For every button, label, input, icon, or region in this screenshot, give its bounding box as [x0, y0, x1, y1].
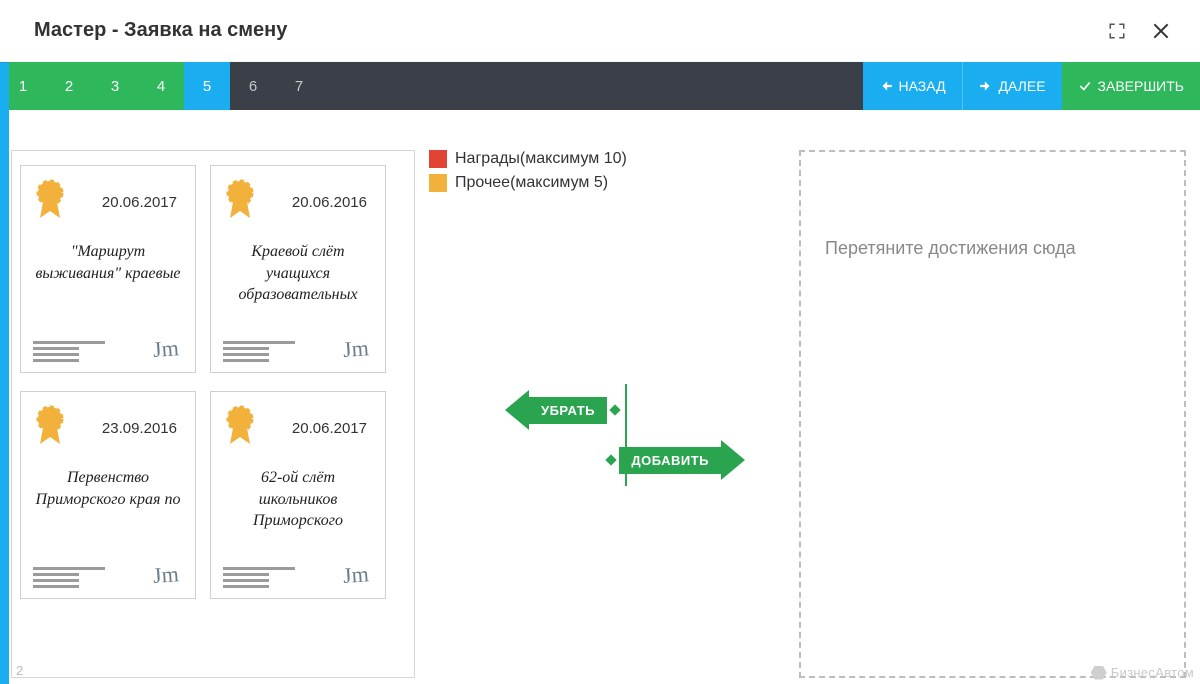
medal-icon	[33, 178, 67, 227]
cert-date: 20.06.2016	[292, 194, 373, 211]
cert-date: 23.09.2016	[102, 420, 183, 437]
drop-zone-text: Перетяните достижения сюда	[825, 238, 1160, 259]
arrow-left-icon	[505, 390, 529, 430]
cert-lines-icon	[223, 341, 295, 362]
step-4[interactable]: 4	[138, 62, 184, 110]
wizard-nav: НАЗАД ДАЛЕЕ ЗАВЕРШИТЬ	[863, 62, 1200, 110]
signature-icon: Jm	[152, 335, 183, 363]
remove-label: УБРАТЬ	[529, 397, 607, 424]
cert-title: Краевой слёт учащихся образовательных	[223, 227, 373, 320]
arrow-right-icon	[721, 440, 745, 480]
drop-zone[interactable]: Перетяните достижения сюда	[799, 150, 1186, 678]
remove-button[interactable]: УБРАТЬ	[505, 390, 745, 430]
step-5[interactable]: 5	[184, 62, 230, 110]
legend-swatch	[429, 150, 447, 168]
stepbar-filler	[322, 62, 863, 110]
step-7[interactable]: 7	[276, 62, 322, 110]
legend-item: Награды(максимум 10)	[429, 150, 781, 168]
step-3[interactable]: 3	[92, 62, 138, 110]
back-button[interactable]: НАЗАД	[863, 62, 962, 110]
cert-lines-icon	[33, 341, 105, 362]
finish-label: ЗАВЕРШИТЬ	[1098, 78, 1184, 94]
cert-lines-icon	[33, 567, 105, 588]
add-label: ДОБАВИТЬ	[619, 447, 721, 474]
transfer-arrows: УБРАТЬ ДОБАВИТЬ	[505, 390, 745, 480]
cert-title: "Маршрут выживания" краевые	[33, 227, 183, 320]
legend-label: Прочее(максимум 5)	[455, 174, 608, 192]
watermark: БизнесАвтом	[1091, 665, 1194, 680]
back-label: НАЗАД	[899, 78, 946, 94]
signature-icon: Jm	[152, 561, 183, 589]
legend: Награды(максимум 10) Прочее(максимум 5)	[429, 150, 781, 192]
page-number: 2	[16, 663, 23, 678]
arrow-knob	[606, 454, 617, 465]
cert-grid: 20.06.2017 "Маршрут выживания" краевые J…	[20, 165, 406, 599]
add-button[interactable]: ДОБАВИТЬ	[519, 440, 745, 480]
cert-lines-icon	[223, 567, 295, 588]
cert-date: 20.06.2017	[102, 194, 183, 211]
finish-button[interactable]: ЗАВЕРШИТЬ	[1062, 62, 1200, 110]
step-bar: 1234567 НАЗАД ДАЛЕЕ ЗАВЕРШИТЬ	[0, 62, 1200, 110]
medal-icon	[223, 178, 257, 227]
cert-card[interactable]: 23.09.2016 Первенство Приморского края п…	[20, 391, 196, 599]
cert-title: 62-ой слёт школьников Приморского	[223, 453, 373, 546]
watermark-icon	[1091, 666, 1107, 680]
legend-item: Прочее(максимум 5)	[429, 174, 781, 192]
titlebar: Мастер - Заявка на смену	[0, 0, 1200, 62]
left-rail	[0, 62, 9, 684]
cert-card[interactable]: 20.06.2017 "Маршрут выживания" краевые J…	[20, 165, 196, 373]
arrow-knob	[609, 404, 620, 415]
step-2[interactable]: 2	[46, 62, 92, 110]
legend-swatch	[429, 174, 447, 192]
legend-label: Награды(максимум 10)	[455, 150, 627, 168]
source-panel: 20.06.2017 "Маршрут выживания" краевые J…	[11, 150, 415, 678]
step-6[interactable]: 6	[230, 62, 276, 110]
steps: 1234567	[0, 62, 322, 110]
cert-card[interactable]: 20.06.2017 62-ой слёт школьников Приморс…	[210, 391, 386, 599]
next-label: ДАЛЕЕ	[999, 78, 1046, 94]
fullscreen-icon[interactable]	[1106, 20, 1128, 42]
cert-card[interactable]: 20.06.2016 Краевой слёт учащихся образов…	[210, 165, 386, 373]
cert-title: Первенство Приморского края по	[33, 453, 183, 546]
middle-panel: Награды(максимум 10) Прочее(максимум 5) У…	[415, 150, 795, 678]
window-controls	[1106, 20, 1172, 42]
close-icon[interactable]	[1150, 20, 1172, 42]
watermark-text: БизнесАвтом	[1111, 665, 1194, 680]
signature-icon: Jm	[342, 335, 373, 363]
medal-icon	[33, 404, 67, 453]
window-title: Мастер - Заявка на смену	[34, 19, 287, 42]
signature-icon: Jm	[342, 561, 373, 589]
medal-icon	[223, 404, 257, 453]
next-button[interactable]: ДАЛЕЕ	[962, 62, 1062, 110]
cert-date: 20.06.2017	[292, 420, 373, 437]
main-area: 20.06.2017 "Маршрут выживания" краевые J…	[9, 110, 1200, 678]
